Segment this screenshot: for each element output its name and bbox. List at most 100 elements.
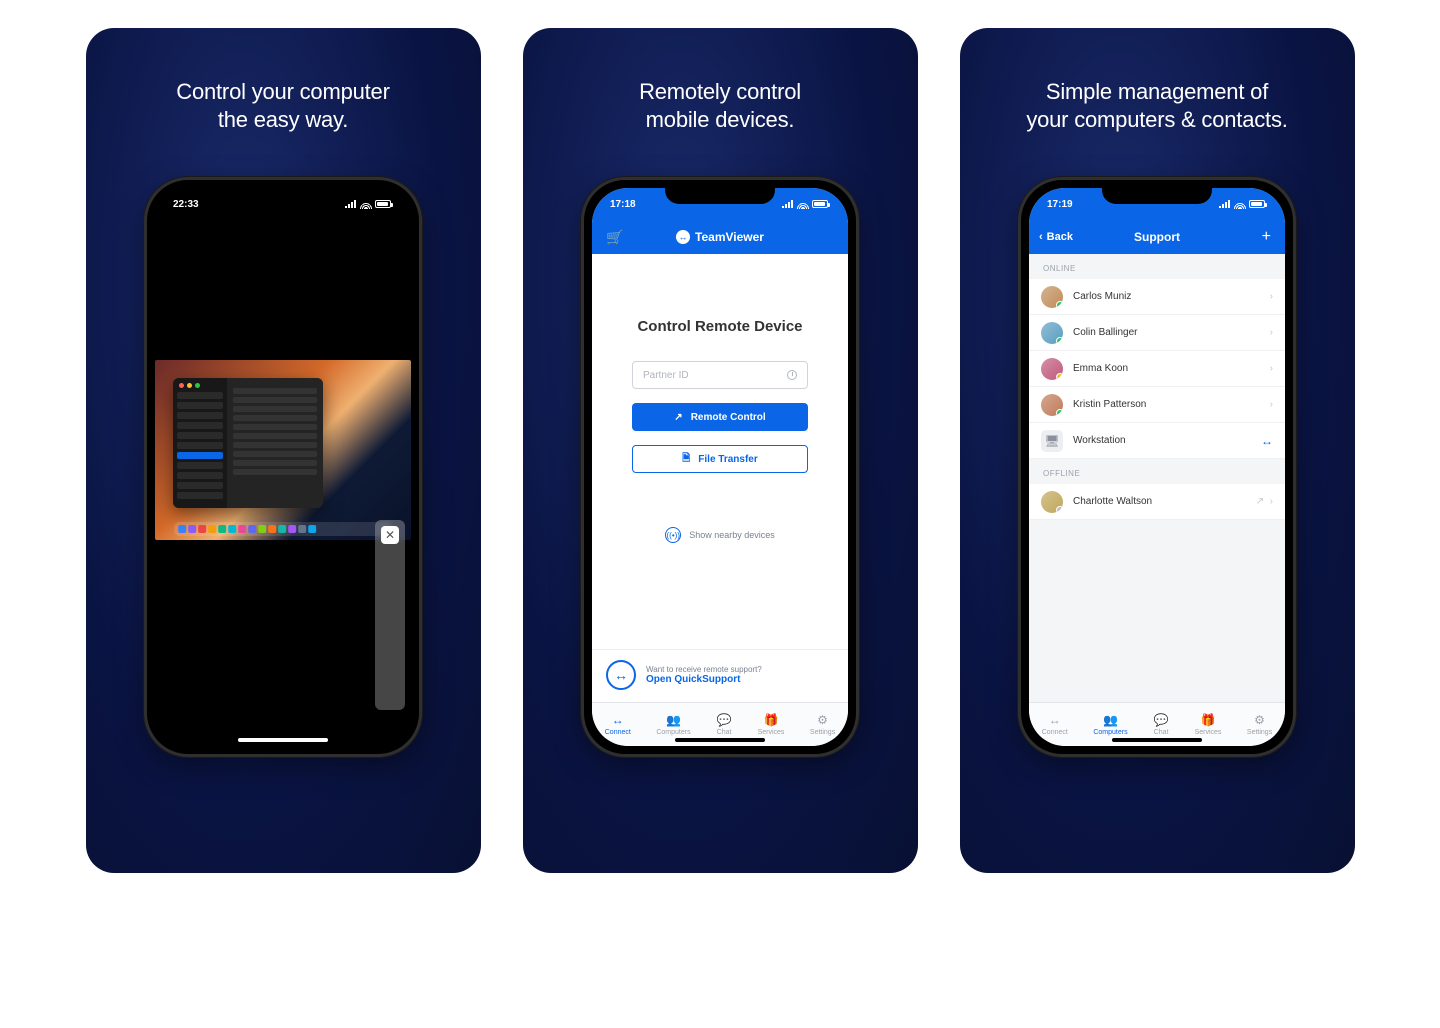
file-icon: 🗎 [682, 451, 690, 468]
quicksupport-line2: Open QuickSupport [646, 674, 762, 685]
status-dot [1056, 301, 1063, 308]
phone-notch [665, 180, 775, 204]
nearby-icon: ((•)) [665, 527, 681, 543]
promo-card-3: Simple management of your computers & co… [960, 28, 1355, 873]
tab-chat[interactable]: 💬Chat [1153, 713, 1169, 736]
signal-icon [782, 200, 794, 208]
finder-list [227, 378, 323, 508]
chat-icon: 💬 [1153, 713, 1169, 727]
status-dot [1056, 506, 1063, 513]
contacts-list[interactable]: ONLINE Carlos Muniz › Colin Ballinger › … [1029, 254, 1285, 702]
services-icon: 🎁 [1200, 713, 1216, 727]
contact-row[interactable]: Colin Ballinger › [1029, 315, 1285, 351]
tab-settings[interactable]: ⚙Settings [810, 713, 835, 736]
contact-row[interactable]: Emma Koon › [1029, 351, 1285, 387]
page-title: Support [1134, 230, 1180, 244]
workstation-label: Workstation [1073, 435, 1126, 446]
file-transfer-label: File Transfer [698, 454, 757, 465]
connect-icon: ↔ [610, 713, 626, 727]
status-dot [1056, 337, 1063, 344]
link-icon: ↗ [674, 412, 682, 423]
contact-name: Emma Koon [1073, 363, 1128, 374]
app-topbar: 🛒 ↔ TeamViewer [592, 220, 848, 254]
chevron-right-icon: › [1270, 363, 1273, 374]
connect-icon[interactable]: ↔ [1261, 434, 1273, 448]
contact-name: Kristin Patterson [1073, 399, 1146, 410]
app-title: TeamViewer [695, 230, 764, 244]
promo-card-2: Remotely control mobile devices. 17:18 🛒… [523, 28, 918, 873]
contact-row[interactable]: Carlos Muniz › [1029, 279, 1285, 315]
promo-card-1: Control your computer the easy way. 22:3… [86, 28, 481, 873]
section-offline: OFFLINE [1029, 459, 1285, 484]
tab-computers[interactable]: 👥Computers [1093, 713, 1127, 736]
connect-heading: Control Remote Device [637, 318, 802, 335]
phone-screen-2: 17:18 🛒 ↔ TeamViewer Control Remote Devi… [592, 188, 848, 746]
remote-control-button[interactable]: ↗ Remote Control [632, 403, 808, 431]
partner-id-placeholder: Partner ID [643, 370, 689, 381]
remote-toolbar[interactable]: ✕ [375, 520, 405, 710]
tab-connect[interactable]: ↔Connect [1042, 713, 1068, 736]
remote-control-label: Remote Control [691, 412, 766, 423]
avatar [1041, 358, 1063, 380]
avatar [1041, 286, 1063, 308]
connect-body: Control Remote Device Partner ID ↗ Remot… [592, 254, 848, 702]
chevron-right-icon: › [1270, 327, 1273, 338]
avatar [1041, 394, 1063, 416]
cart-icon[interactable]: 🛒 [606, 229, 623, 246]
gear-icon: ⚙ [1252, 713, 1268, 727]
status-time: 17:19 [1047, 199, 1073, 210]
partner-id-input[interactable]: Partner ID [632, 361, 808, 389]
tab-services[interactable]: 🎁Services [758, 713, 785, 736]
status-time: 17:18 [610, 199, 636, 210]
avatar [1041, 491, 1063, 513]
remote-desktop-view[interactable] [155, 360, 411, 540]
tab-connect[interactable]: ↔Connect [605, 713, 631, 736]
nearby-devices-link[interactable]: ((•)) Show nearby devices [665, 527, 775, 543]
close-icon[interactable]: ✕ [381, 526, 399, 544]
battery-icon [1249, 200, 1265, 208]
tab-services[interactable]: 🎁Services [1195, 713, 1222, 736]
contact-name: Carlos Muniz [1073, 291, 1131, 302]
teamviewer-logo-icon: ↔ [676, 230, 690, 244]
contact-name: Colin Ballinger [1073, 327, 1137, 338]
card-2-title: Remotely control mobile devices. [639, 78, 801, 133]
phone-screen-1: 22:33 [155, 188, 411, 746]
offline-connect-icon[interactable]: ↗ › [1256, 496, 1273, 507]
monitor-icon: 🖥 [1041, 430, 1063, 452]
phone-frame-3: 17:19 ‹ Back Support + ONLI [1018, 177, 1296, 757]
window-traffic-lights [179, 383, 200, 388]
phone-frame-1: 22:33 [144, 177, 422, 757]
contact-row[interactable]: Charlotte Waltson ↗ › [1029, 484, 1285, 520]
wifi-icon [797, 200, 809, 209]
quicksupport-logo-icon: ↔ [606, 660, 636, 690]
history-icon[interactable] [787, 370, 797, 380]
section-online: ONLINE [1029, 254, 1285, 279]
quicksupport-banner[interactable]: ↔ Want to receive remote support? Open Q… [592, 649, 848, 702]
quicksupport-line1: Want to receive remote support? [646, 665, 762, 674]
finder-sidebar [173, 378, 227, 508]
contact-row[interactable]: Kristin Patterson › [1029, 387, 1285, 423]
home-indicator[interactable] [675, 738, 765, 742]
chevron-left-icon: ‹ [1039, 231, 1043, 243]
chevron-right-icon: › [1270, 291, 1273, 302]
screenshot-gallery: Control your computer the easy way. 22:3… [0, 0, 1440, 901]
tab-chat[interactable]: 💬Chat [716, 713, 732, 736]
back-button[interactable]: ‹ Back [1039, 231, 1073, 243]
status-time: 22:33 [173, 199, 199, 210]
wifi-icon [1234, 200, 1246, 209]
home-indicator[interactable] [238, 738, 328, 742]
avatar [1041, 322, 1063, 344]
home-indicator[interactable] [1112, 738, 1202, 742]
workstation-row[interactable]: 🖥 Workstation ↔ [1029, 423, 1285, 459]
status-dot [1056, 409, 1063, 416]
services-icon: 🎁 [763, 713, 779, 727]
contact-name: Charlotte Waltson [1073, 496, 1152, 507]
tab-computers[interactable]: 👥Computers [656, 713, 690, 736]
phone-screen-3: 17:19 ‹ Back Support + ONLI [1029, 188, 1285, 746]
tab-settings[interactable]: ⚙Settings [1247, 713, 1272, 736]
finder-window [173, 378, 323, 508]
wifi-icon [360, 200, 372, 209]
battery-icon [812, 200, 828, 208]
add-button[interactable]: + [1262, 228, 1271, 246]
file-transfer-button[interactable]: 🗎 File Transfer [632, 445, 808, 473]
